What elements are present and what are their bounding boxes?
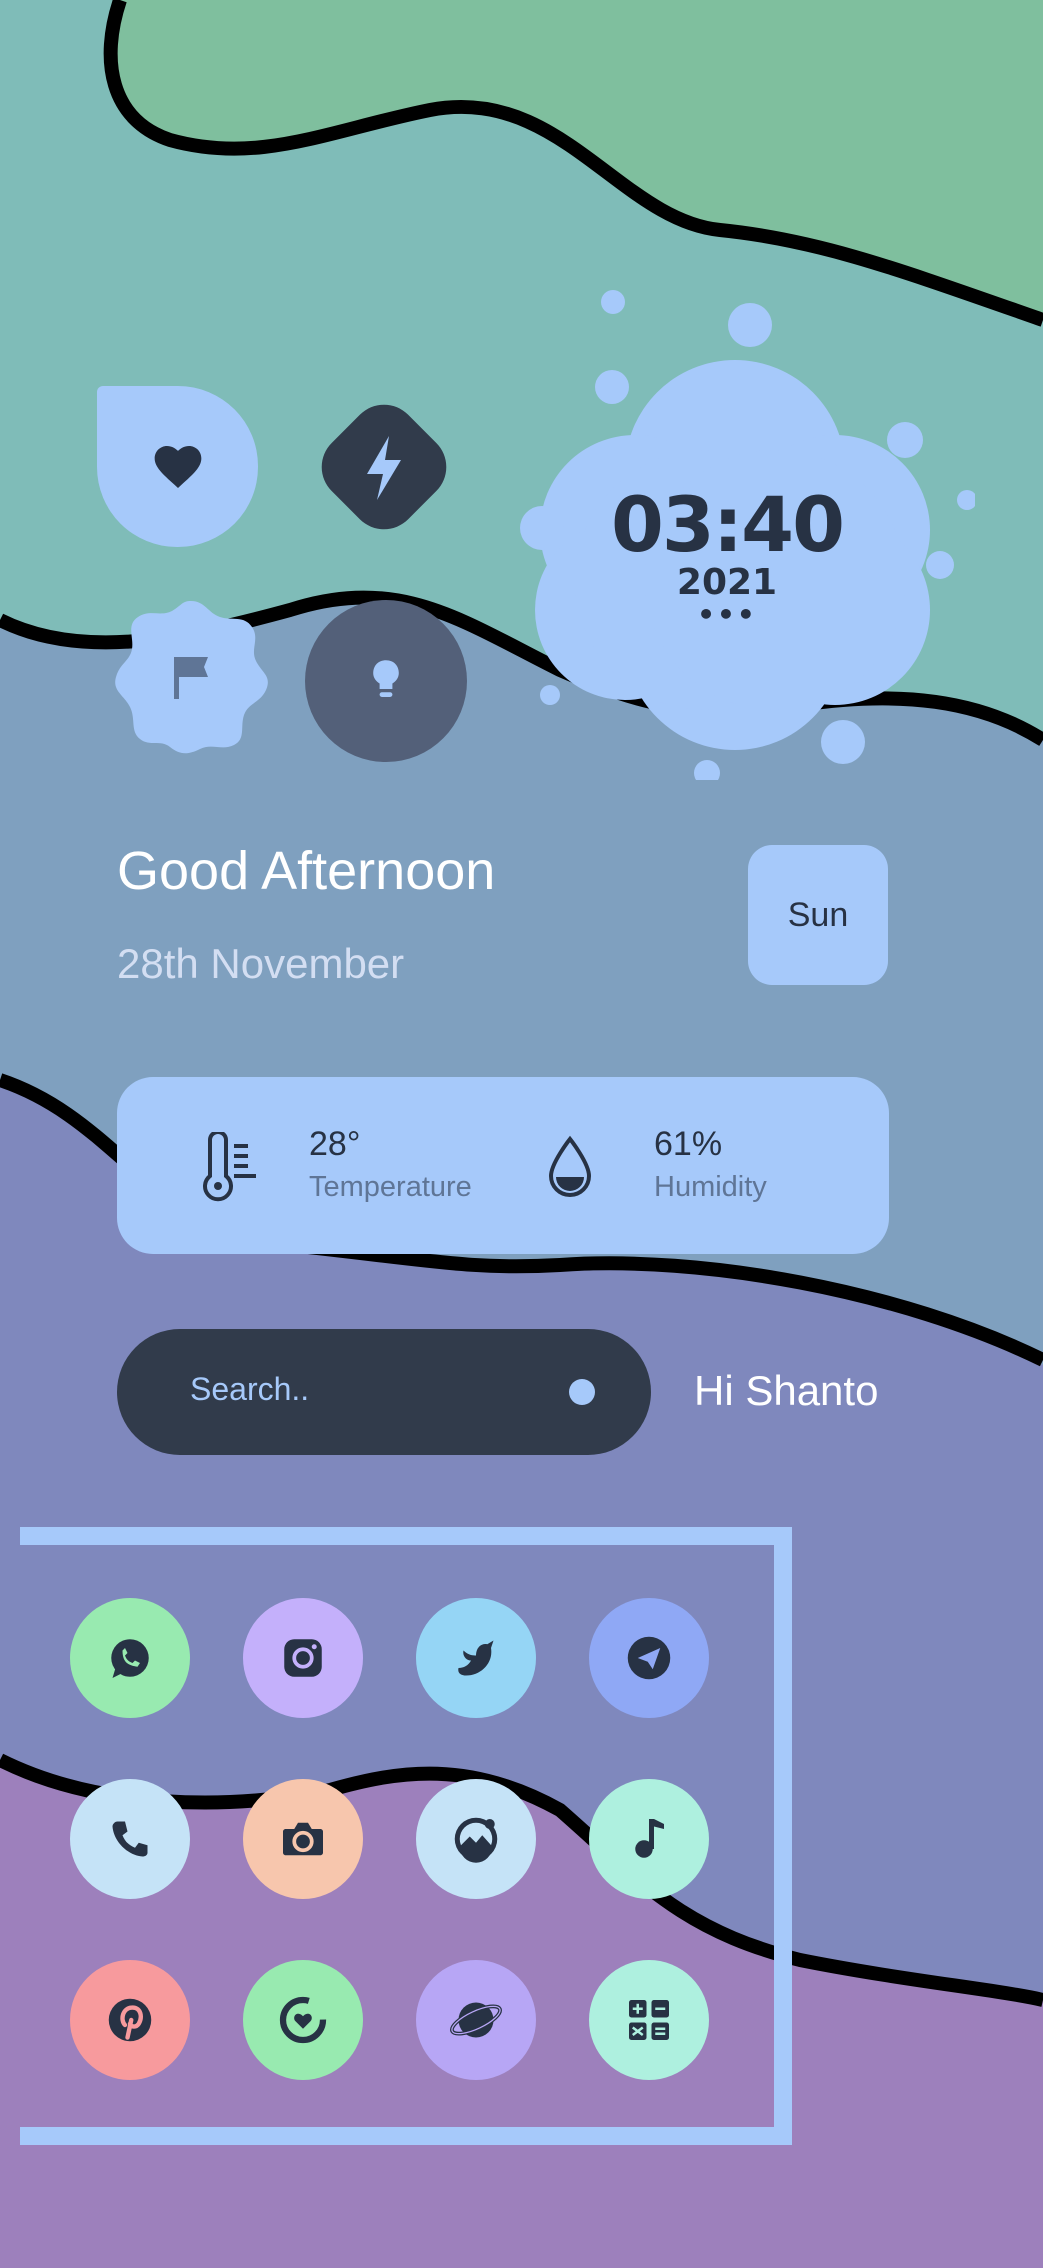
- search-bar[interactable]: Search..: [117, 1329, 651, 1455]
- temperature-label: Temperature: [309, 1171, 472, 1203]
- app-whatsapp[interactable]: [70, 1598, 190, 1718]
- date-text: 28th November: [117, 940, 405, 987]
- humidity-value: 61%: [654, 1125, 723, 1163]
- search-input[interactable]: Search..: [190, 1371, 309, 1408]
- humidity-label: Humidity: [654, 1171, 767, 1203]
- app-fit[interactable]: [243, 1960, 363, 2080]
- camera-icon: [283, 1822, 323, 1856]
- music-icon: [635, 1819, 664, 1858]
- flag-toggle-shape: [115, 601, 268, 754]
- app-twitter[interactable]: [416, 1598, 536, 1718]
- bulb-toggle[interactable]: [305, 600, 467, 762]
- heart-toggle[interactable]: [97, 386, 258, 547]
- app-browser[interactable]: [416, 1960, 536, 2080]
- temperature-value: 28°: [309, 1125, 361, 1163]
- weather-card[interactable]: 28° Temperature 61% Humidity: [117, 1077, 889, 1254]
- app-pinterest[interactable]: [70, 1960, 190, 2080]
- app-phone[interactable]: [70, 1779, 190, 1899]
- greeting-title: Good Afternoon: [117, 841, 496, 901]
- thermometer-icon: [203, 1132, 256, 1202]
- clock-year: 2021: [676, 562, 778, 603]
- instagram-icon: [284, 1639, 322, 1677]
- app-gallery[interactable]: [416, 1779, 536, 1899]
- water-drop-icon: [548, 1135, 592, 1197]
- bolt-toggle-shape: [321, 404, 447, 530]
- telegram-icon: [627, 1636, 671, 1680]
- fit-icon: [279, 1996, 327, 2044]
- app-instagram[interactable]: [243, 1598, 363, 1718]
- browser-icon: [450, 2002, 502, 2038]
- app-camera[interactable]: [243, 1779, 363, 1899]
- clock-time: 03:40: [611, 480, 845, 569]
- user-greeting: Hi Shanto: [694, 1367, 879, 1414]
- day-badge[interactable]: Sun: [748, 845, 888, 985]
- clock-dots: •••: [697, 598, 757, 631]
- app-calculator[interactable]: [589, 1960, 709, 2080]
- day-label: Sun: [787, 895, 849, 934]
- gallery-icon: [454, 1817, 498, 1863]
- whatsapp-icon: [111, 1639, 149, 1678]
- phone-icon: [112, 1821, 148, 1857]
- bolt-toggle[interactable]: [295, 378, 473, 556]
- app-music[interactable]: [589, 1779, 709, 1899]
- heart-icon: [154, 445, 201, 488]
- app-telegram[interactable]: [589, 1598, 709, 1718]
- pinterest-icon: [108, 1998, 152, 2042]
- flag-toggle[interactable]: [110, 595, 272, 757]
- search-dot-icon[interactable]: [569, 1379, 595, 1405]
- bulb-icon: [373, 660, 399, 697]
- twitter-icon: [458, 1640, 494, 1676]
- clock-widget[interactable]: 03:40 2021 •••: [505, 280, 977, 786]
- calculator-icon: [629, 2000, 669, 2040]
